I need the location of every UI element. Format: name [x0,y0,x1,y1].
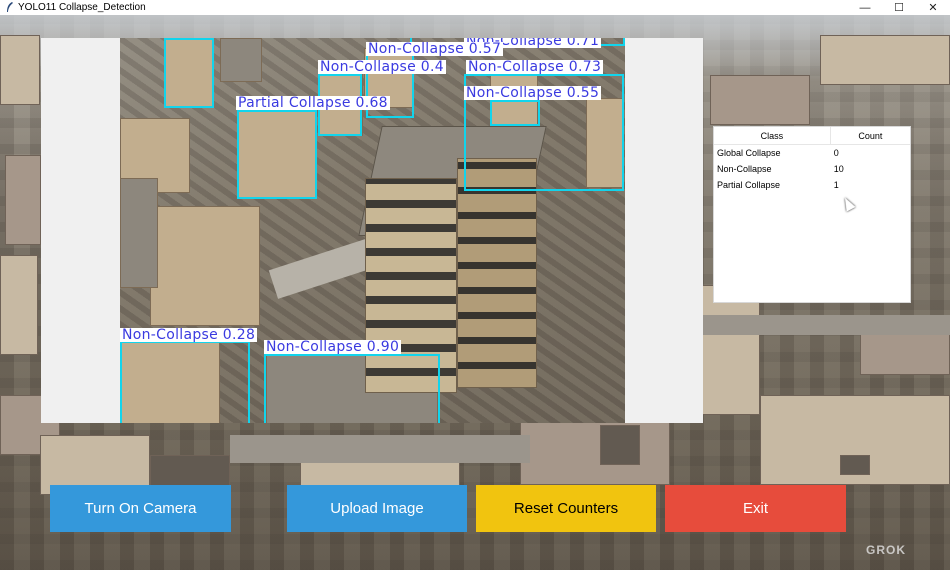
detection-box [490,100,540,126]
reset-counters-button[interactable]: Reset Counters [476,485,656,532]
turn-on-camera-button[interactable]: Turn On Camera [50,485,231,532]
tower-side [457,158,537,388]
detection-photo: Non-Collapse 0.71 Non-Collapse 0.57 Non-… [120,38,625,423]
table-row[interactable]: Non-Collapse 10 [714,161,910,177]
class-count-table[interactable]: Class Count Global Collapse 0 Non-Collap… [713,126,911,303]
detection-box [164,38,214,108]
close-button[interactable]: ✕ [916,0,950,15]
detection-label: Non-Collapse 0.57 [366,41,504,57]
table-row[interactable]: Global Collapse 0 [714,145,910,161]
table-row[interactable]: Partial Collapse 1 [714,177,910,193]
row-class-cell: Partial Collapse [717,180,781,190]
count-column-header[interactable]: Count [831,127,910,144]
image-display-panel: Non-Collapse 0.71 Non-Collapse 0.57 Non-… [41,38,703,423]
detection-label: Non-Collapse 0.4 [318,59,446,75]
detection-label: Partial Collapse 0.68 [236,95,390,111]
detection-label: Non-Collapse 0.28 [120,327,258,343]
row-count-cell: 0 [833,148,839,158]
detection-label: Non-Collapse 0.73 [466,59,604,75]
detection-box [237,110,317,199]
minimize-button[interactable]: — [848,0,882,15]
exit-button[interactable]: Exit [665,485,846,532]
row-class-cell: Non-Collapse [717,164,772,174]
maximize-button[interactable]: ☐ [882,0,916,15]
watermark: GROK [866,543,906,557]
detection-label: Non-Collapse 0.90 [264,339,402,355]
table-header: Class Count [714,127,910,145]
row-count-cell: 1 [833,180,839,190]
row-class-cell: Global Collapse [717,148,781,158]
window-controls: — ☐ ✕ [848,0,950,15]
window-title: YOLO11 Collapse_Detection [18,2,146,13]
title-bar: YOLO11 Collapse_Detection — ☐ ✕ [0,0,950,15]
row-count-cell: 10 [833,164,844,174]
upload-image-button[interactable]: Upload Image [287,485,467,532]
detection-box [120,341,250,423]
class-column-header[interactable]: Class [714,127,831,144]
app-feather-icon [0,0,18,15]
detection-box [264,354,440,423]
detection-label: Non-Collapse 0.55 [464,85,602,101]
